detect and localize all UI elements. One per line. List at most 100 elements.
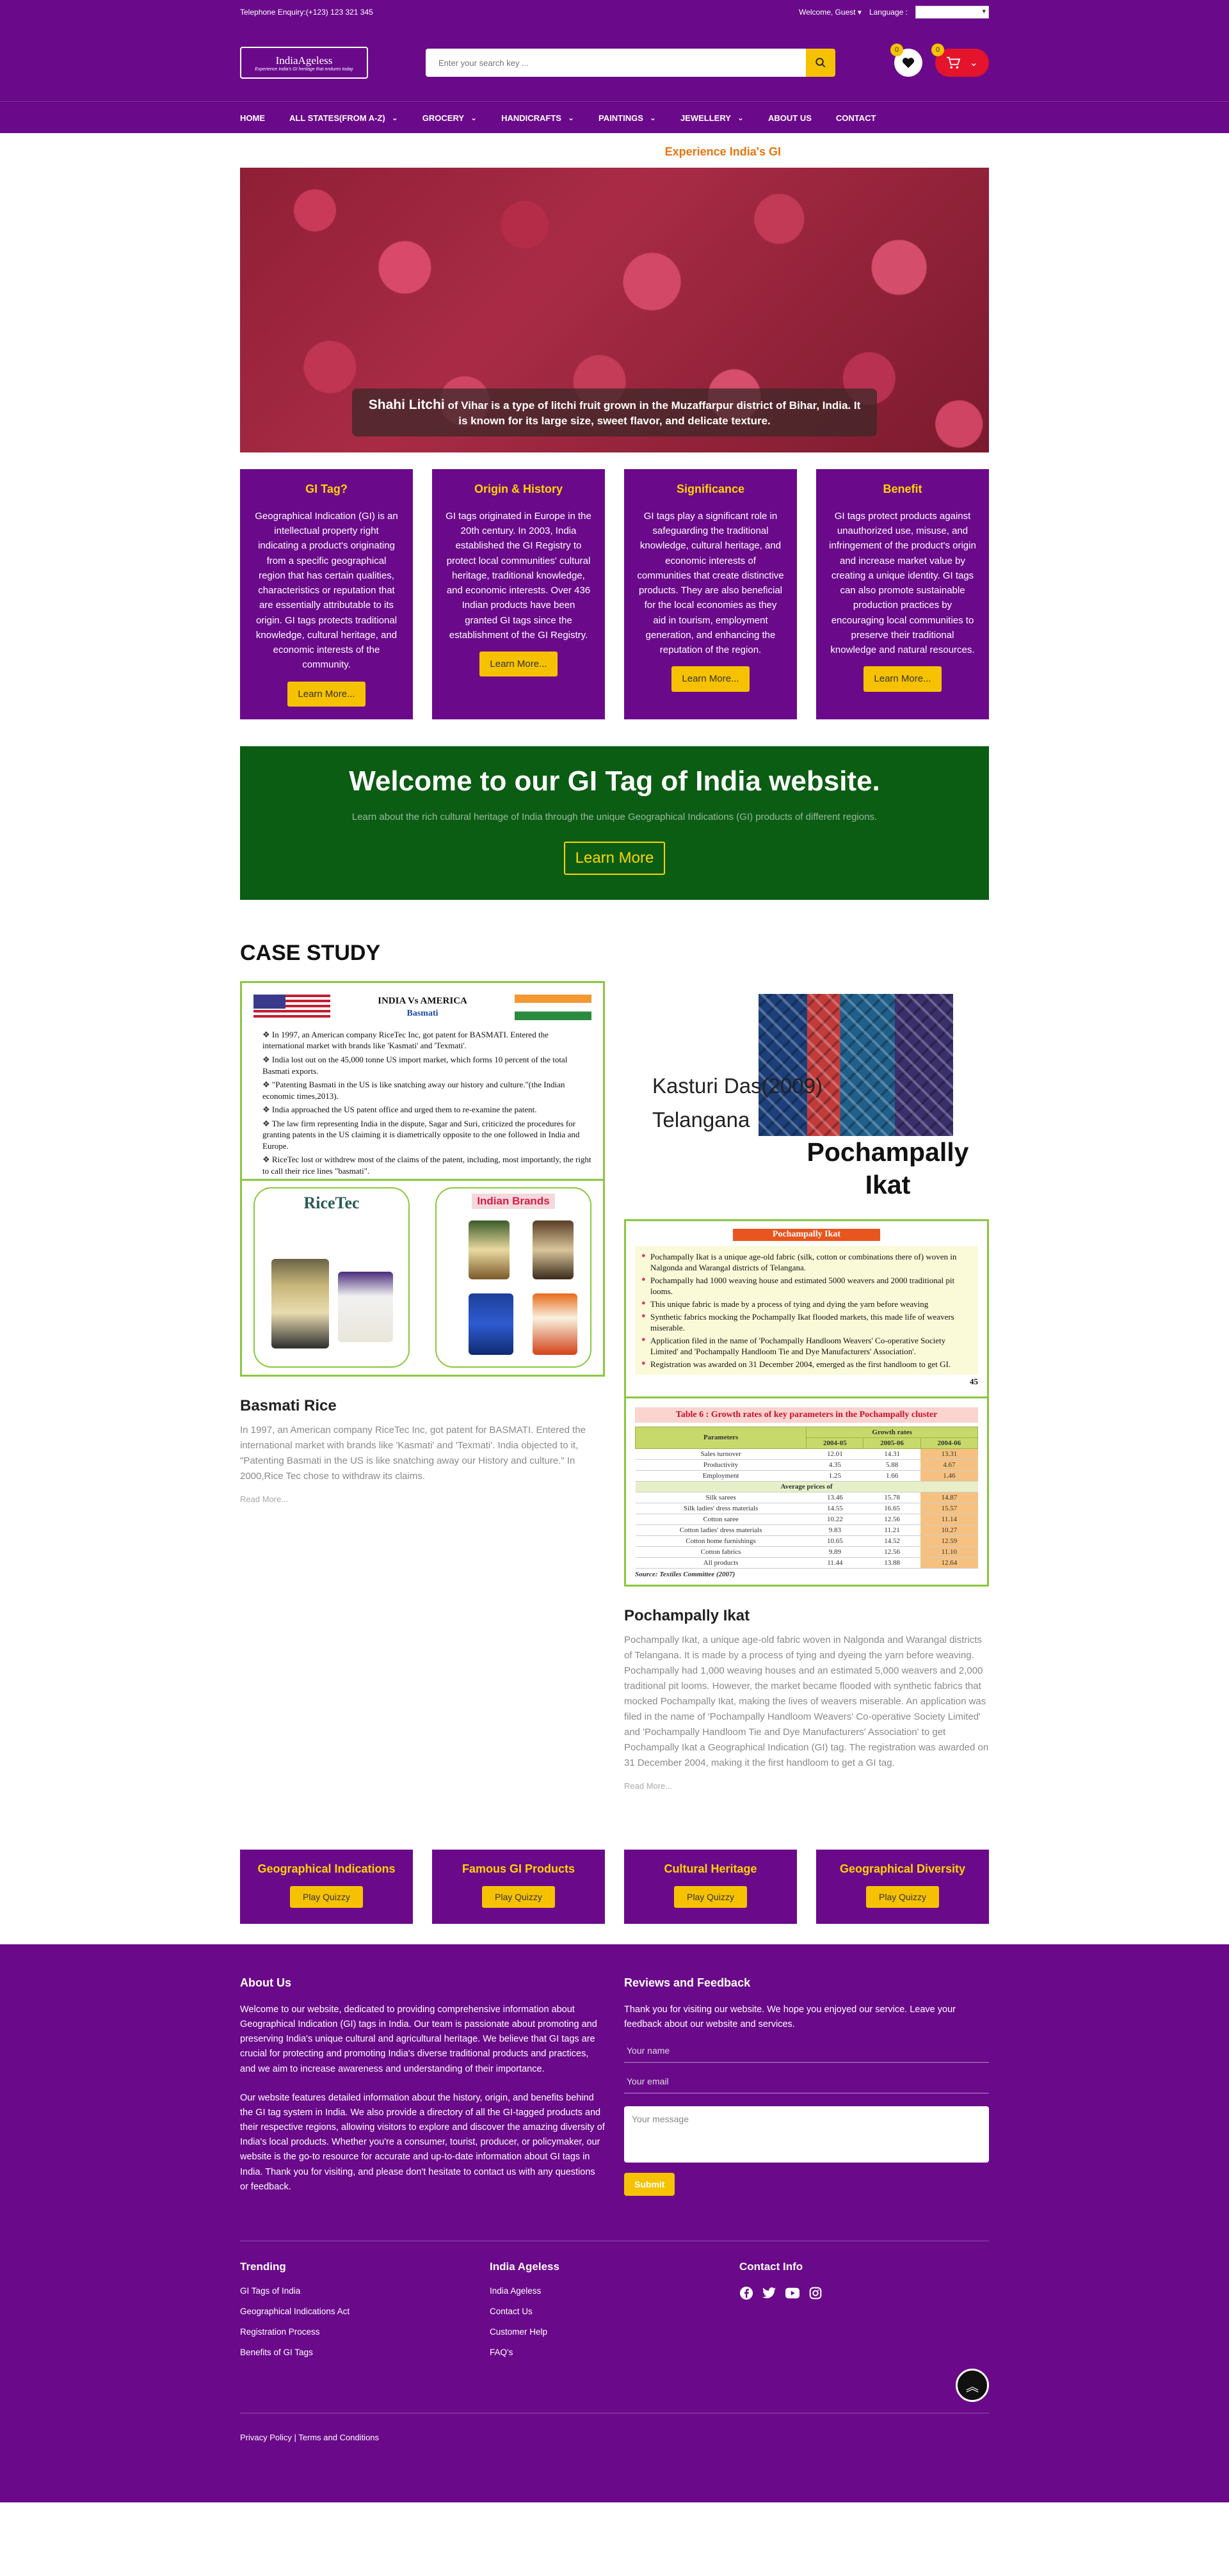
nav-item-jewellery[interactable]: JEWELLERY ⌄ bbox=[680, 113, 744, 123]
info-card: Origin & History GI tags originated in Eu… bbox=[432, 469, 605, 719]
info-card: Benefit GI tags protect products against … bbox=[816, 469, 989, 719]
twitter-icon[interactable] bbox=[762, 2286, 776, 2300]
table-cell: 11.44 bbox=[806, 1557, 864, 1569]
indian-brands-box: Indian Brands bbox=[435, 1187, 591, 1368]
footer-link[interactable]: FAQ's bbox=[490, 2348, 739, 2357]
list-item: Synthetic fabrics mocking the Pochampall… bbox=[641, 1311, 972, 1334]
legal-links: Privacy Policy | Terms and Conditions bbox=[240, 2433, 380, 2443]
nav-item-handicrafts[interactable]: HANDICRAFTS ⌄ bbox=[501, 113, 574, 123]
page-number: 45 bbox=[970, 1377, 978, 1387]
learn-more-button[interactable]: Learn More... bbox=[864, 666, 942, 692]
double-chevron-up-icon: ︽ bbox=[966, 2380, 979, 2394]
footer-link[interactable]: GI Tags of India bbox=[240, 2286, 490, 2296]
table-cell: 16.65 bbox=[863, 1503, 921, 1514]
trending-title: Trending bbox=[240, 2260, 286, 2273]
pochampally-read-more-link[interactable]: Read More... bbox=[624, 1781, 672, 1791]
pochampally-text: Pochampally Ikat, a unique age-old fabri… bbox=[624, 1634, 989, 1768]
footer-link[interactable]: Geographical Indications Act bbox=[240, 2307, 490, 2316]
name-field[interactable]: Your name bbox=[624, 2032, 989, 2063]
nav-item-home[interactable]: HOME bbox=[240, 113, 265, 123]
submit-button[interactable]: Submit bbox=[624, 2173, 675, 2196]
footer-link[interactable]: Benefits of GI Tags bbox=[240, 2348, 490, 2357]
play-quizzy-button[interactable]: Play Quizzy bbox=[290, 1885, 363, 1908]
youtube-icon[interactable] bbox=[785, 2286, 799, 2300]
nav-label: GROCERY bbox=[422, 113, 465, 123]
learn-more-button[interactable]: Learn More... bbox=[671, 666, 750, 692]
growth-rates-table-box: Table 6 : Growth rates of key parameters… bbox=[624, 1398, 989, 1587]
cart-button[interactable]: 0 ⌄ bbox=[931, 44, 989, 77]
nav-label: PAINTINGS bbox=[598, 113, 643, 123]
facebook-icon[interactable] bbox=[739, 2286, 753, 2300]
nav-item-grocery[interactable]: GROCERY ⌄ bbox=[422, 113, 477, 123]
marquee-text: Experience India's GI bbox=[664, 145, 781, 158]
play-quizzy-button[interactable]: Play Quizzy bbox=[866, 1885, 939, 1908]
table-cell: Silk ladies' dress materials bbox=[635, 1503, 807, 1514]
search-button[interactable] bbox=[806, 49, 835, 77]
table-row: Employment 1.25 1.66 1.46 bbox=[635, 1470, 978, 1482]
email-field[interactable]: Your email bbox=[624, 2063, 989, 2094]
card-text: GI tags protect products against unautho… bbox=[829, 510, 976, 656]
wishlist-button[interactable]: 0 bbox=[890, 44, 922, 77]
search-input[interactable] bbox=[426, 49, 806, 77]
quiz-title: Geographical Diversity bbox=[839, 1862, 966, 1875]
welcome-learn-more-button[interactable]: Learn More bbox=[563, 841, 666, 875]
nav-item-paintings[interactable]: PAINTINGS ⌄ bbox=[598, 113, 656, 123]
table-header: Parameters bbox=[634, 1426, 807, 1449]
scroll-to-top-button[interactable]: ︽ bbox=[956, 2369, 989, 2403]
welcome-guest-menu[interactable]: Welcome, Guest ▾ bbox=[799, 8, 862, 17]
card-text: Geographical Indication (GI) is an intel… bbox=[255, 510, 398, 671]
table-cell: 11.10 bbox=[920, 1546, 978, 1558]
pochampally-slide-image[interactable]: Kasturi Das(2009) Telangana Pochampally … bbox=[624, 980, 989, 1212]
privacy-policy-link[interactable]: Privacy Policy bbox=[240, 2433, 292, 2442]
growth-table-title: Table 6 : Growth rates of key parameters… bbox=[635, 1407, 978, 1423]
message-field[interactable]: Your message bbox=[624, 2106, 989, 2163]
info-cards: GI Tag? Geographical Indication (GI) is a… bbox=[240, 469, 989, 719]
footer-link[interactable]: Registration Process bbox=[240, 2327, 490, 2337]
quiz-card: Famous GI Products Play Quizzy bbox=[432, 1849, 605, 1924]
case-pochampally: Kasturi Das(2009) Telangana Pochampally … bbox=[624, 980, 989, 1792]
table-cell: 12.01 bbox=[806, 1448, 864, 1460]
table-cell: 14.87 bbox=[920, 1492, 978, 1503]
language-select[interactable] bbox=[915, 6, 989, 19]
site-logo[interactable]: IndiaAgeless Experience India's GI herit… bbox=[240, 47, 368, 79]
pochampally-info-box: Pochampally Ikat Pochampally Ikat is a u… bbox=[624, 1219, 989, 1398]
instagram-icon[interactable] bbox=[808, 2286, 823, 2300]
about-title: About Us bbox=[240, 1976, 291, 1989]
table-source: Source: Textiles Committee (2007) bbox=[635, 1570, 735, 1578]
list-item: RiceTec lost or withdrew most of the cla… bbox=[262, 1154, 591, 1176]
nav-item-about-us[interactable]: ABOUT US bbox=[768, 113, 812, 123]
hero-slider[interactable]: Shahi Litchi of Vihar is a type of litch… bbox=[240, 168, 989, 452]
nav-label: ABOUT US bbox=[767, 113, 812, 123]
table-cell: 12.59 bbox=[920, 1535, 978, 1547]
rice-jar-icon bbox=[338, 1271, 393, 1342]
footer-link[interactable]: Contact Us bbox=[490, 2307, 739, 2316]
about-paragraph: Our website features detailed informatio… bbox=[240, 2092, 605, 2192]
search-icon bbox=[815, 58, 826, 68]
table-cell: 4.67 bbox=[920, 1459, 978, 1471]
welcome-banner: Welcome to our GI Tag of India website. … bbox=[240, 746, 989, 900]
table-cell: 14.52 bbox=[863, 1535, 921, 1547]
heart-icon bbox=[902, 58, 915, 68]
state-text: Telangana bbox=[652, 1107, 750, 1132]
basmati-read-more-link[interactable]: Read More... bbox=[240, 1494, 288, 1504]
info-card: Significance GI tags play a significant r… bbox=[624, 469, 797, 719]
table-cell: Silk sarees bbox=[635, 1492, 807, 1503]
play-quizzy-button[interactable]: Play Quizzy bbox=[482, 1885, 555, 1908]
terms-link[interactable]: Terms and Conditions bbox=[298, 2433, 379, 2442]
footer-link[interactable]: India Ageless bbox=[490, 2286, 739, 2296]
play-quizzy-button[interactable]: Play Quizzy bbox=[674, 1885, 747, 1908]
nav-item-all-states-from-a-z[interactable]: ALL STATES(FROM A-Z) ⌄ bbox=[289, 113, 398, 123]
learn-more-button[interactable]: Learn More... bbox=[287, 681, 365, 707]
basmati-bullets: In 1997, an American company RiceTec Inc… bbox=[262, 1029, 591, 1177]
quiz-card: Geographical Indications Play Quizzy bbox=[240, 1849, 413, 1924]
table-cell: 9.83 bbox=[806, 1524, 864, 1536]
table-cell: 13.88 bbox=[863, 1557, 921, 1569]
table-cell: 10.27 bbox=[920, 1524, 978, 1536]
reviews-text: Thank you for visiting our website. We h… bbox=[624, 2004, 956, 2029]
learn-more-button[interactable]: Learn More... bbox=[479, 652, 558, 677]
case-study-title: CASE STUDY bbox=[240, 940, 381, 965]
nav-item-contact[interactable]: CONTACT bbox=[836, 113, 876, 123]
footer-link[interactable]: Customer Help bbox=[490, 2327, 739, 2337]
texmati-bag-icon bbox=[271, 1258, 329, 1348]
basmati-slide-image[interactable]: INDIA Vs AMERICA Basmati In 1997, an Ame… bbox=[240, 980, 605, 1377]
